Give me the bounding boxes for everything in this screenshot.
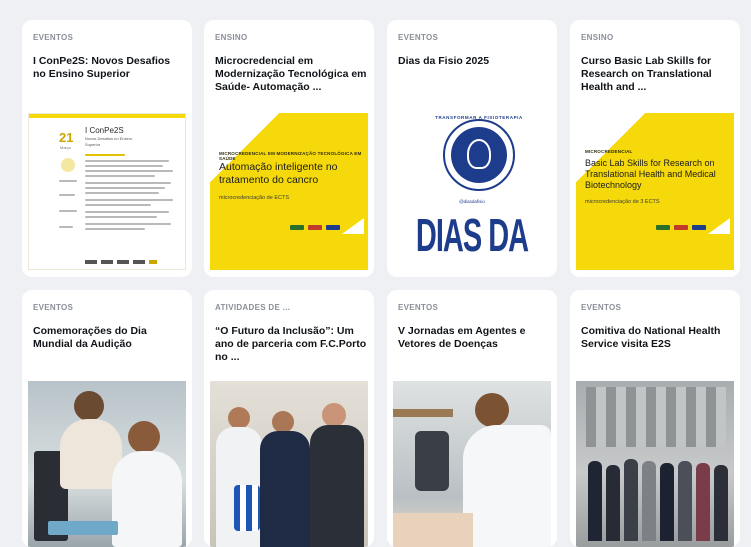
card-image-inclusao-photo[interactable] [210,381,368,547]
person-figure [696,463,710,541]
person-head [322,403,346,427]
person-figure [588,461,602,541]
card-title[interactable]: Comitiva do National Health Service visi… [581,325,733,351]
person-figure [606,465,620,541]
poster-line [85,199,173,201]
poster-line [59,210,77,212]
lab-coat [463,425,551,547]
person-figure [678,461,692,541]
poster-logo-strip [85,260,157,264]
news-card-futuro-inclusao[interactable]: ATIVIDADES DE ... “O Futuro da Inclusão”… [204,290,374,547]
person-body [310,425,364,547]
poster-title: I ConPe2S [85,126,124,135]
card-title[interactable]: Microcredencial em Modernização Tecnológ… [215,55,367,95]
banner-heading: Automação inteligente no tratamento do c… [219,161,338,186]
person-figure [660,463,674,541]
person-head [475,393,509,427]
card-category: EVENTOS [33,303,74,312]
card-image-lab-skills-banner[interactable]: MICROCREDENCIAL Basic Lab Skills for Res… [576,113,734,270]
fisio-arc-text: TRANSFORMAR A FISIOTERAPIA [435,115,523,120]
lightbulb-icon [467,139,491,169]
poster-line [85,216,157,218]
banner-tag: MICROCREDENCIAL EM MODERNIZAÇÃO TECNOLÓG… [219,151,362,161]
banner-detail: microcredenciação de ECTS [219,195,290,201]
news-card-basic-lab-skills[interactable]: ENSINO Curso Basic Lab Skills for Resear… [570,20,740,277]
poster-line [85,170,173,172]
banner-corner [576,113,734,270]
person-head [128,421,160,453]
person-body [260,431,310,547]
banner-logos [656,225,706,230]
card-image-comitiva-photo[interactable] [576,381,734,547]
fisio-handle: @diasdafisio [459,199,485,204]
card-image-laboratorio-photo[interactable] [393,381,551,547]
striped-scarf [234,485,260,531]
poster-line [85,187,165,189]
card-category: EVENTOS [398,303,439,312]
person-figure [714,465,728,541]
card-title[interactable]: V Jornadas em Agentes e Vetores de Doenç… [398,325,550,351]
person-head [272,411,294,433]
news-card-dia-mundial-audicao[interactable]: EVENTOS Comemorações do Dia Mundial da A… [22,290,192,547]
card-category: EVENTOS [581,303,622,312]
banner-logos [290,225,340,230]
card-category: EVENTOS [33,33,74,42]
card-category: ENSINO [581,33,614,42]
poster-line [59,194,75,196]
banner-tag: MICROCREDENCIAL [585,149,633,154]
card-image-automacao-banner[interactable]: MICROCREDENCIAL EM MODERNIZAÇÃO TECNOLÓG… [210,113,368,270]
news-card-microcredencial-automacao[interactable]: ENSINO Microcredencial em Modernização T… [204,20,374,277]
news-card-dias-da-fisio[interactable]: EVENTOS Dias da Fisio 2025 TRANSFORMAR A… [387,20,557,277]
card-title[interactable]: I ConPe2S: Novos Desafios no Ensino Supe… [33,55,185,81]
poster-line [85,211,169,213]
card-image-poster[interactable]: I ConPe2S Novos Desafios no Ensino Super… [28,113,186,270]
news-card-jornadas-agentes[interactable]: EVENTOS V Jornadas em Agentes e Vetores … [387,290,557,547]
banner-triangle [708,218,730,234]
poster-line [85,175,155,177]
news-card-comitiva-nhs[interactable]: EVENTOS Comitiva do National Health Serv… [570,290,740,547]
card-image-audicao-photo[interactable] [28,381,186,547]
poster-line [85,154,125,156]
card-image-dias-da-fisio[interactable]: TRANSFORMAR A FISIOTERAPIA @diasdafisio … [393,113,551,270]
card-title[interactable]: Curso Basic Lab Skills for Research on T… [581,55,733,95]
card-title[interactable]: “O Futuro da Inclusão”: Um ano de parcer… [215,325,367,365]
poster-line [85,182,171,184]
poster-month: Março [60,145,72,150]
poster-day: 21 [59,130,74,145]
card-title[interactable]: Comemorações do Dia Mundial da Audição [33,325,185,351]
banner-heading: Basic Lab Skills for Research on Transla… [585,158,716,190]
card-category: ATIVIDADES DE ... [215,303,291,312]
poster-emblem-icon [61,158,75,172]
card-category: EVENTOS [398,33,439,42]
poster-top-bar [29,114,185,118]
person-body [112,451,182,547]
card-title[interactable]: Dias da Fisio 2025 [398,55,550,68]
poster-line [85,160,169,162]
poster-line [85,228,145,230]
microscope-shape [415,431,449,491]
person-head [74,391,104,421]
poster-line [59,226,73,228]
banner-detail: microcredenciação de 3 ECTS [585,199,660,205]
card-category: ENSINO [215,33,248,42]
poster-line [85,192,159,194]
building-facade [586,387,726,447]
poster-line [59,180,77,182]
shelf-shape [393,409,453,417]
poster-subtitle-2: Superior [85,142,101,147]
banner-corner [210,113,368,270]
person-figure [624,459,638,541]
bench-shape [393,513,473,547]
poster-line [85,223,171,225]
poster-line [85,165,163,167]
banner-triangle [342,218,364,234]
poster-line [85,204,151,206]
poster-subtitle-1: Novos Desafios no Ensino [85,136,132,141]
person-head [228,407,250,429]
keyboard-shape [48,521,118,535]
person-figure [642,461,656,541]
fisio-big-title: DIAS DA FISIO [415,211,529,270]
news-card-conpe2s[interactable]: EVENTOS I ConPe2S: Novos Desafios no Ens… [22,20,192,277]
